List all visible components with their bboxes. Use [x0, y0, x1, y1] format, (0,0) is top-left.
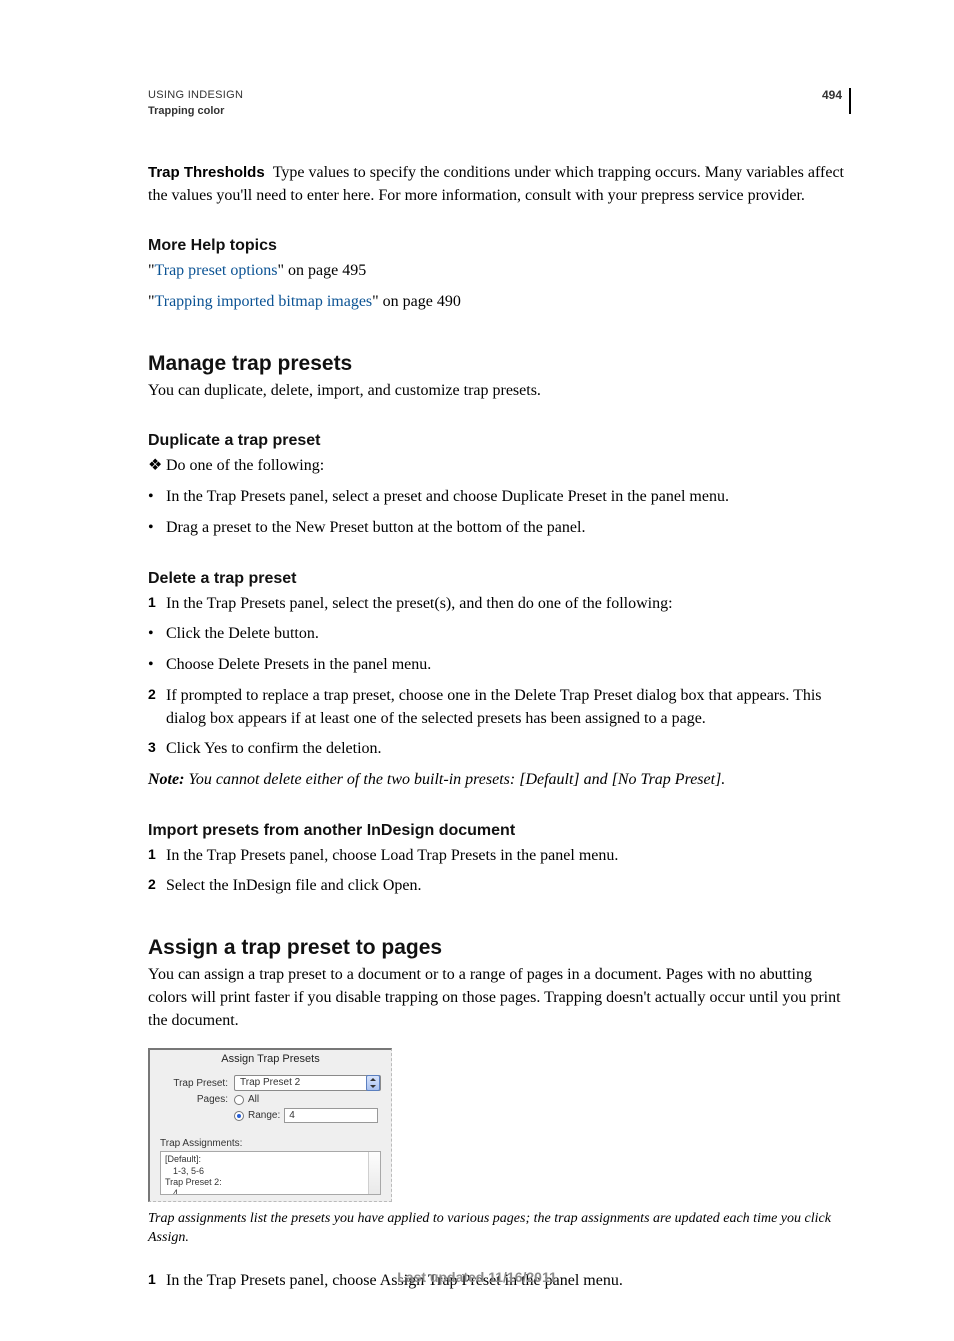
xref-line-2: "Trapping imported bitmap images" on pag… — [148, 291, 851, 314]
bullet-icon: • — [148, 517, 162, 540]
diamond-bullet-icon: ❖ — [148, 455, 162, 478]
assign-heading: Assign a trap preset to pages — [148, 936, 851, 960]
list-item: • Choose Delete Presets in the panel men… — [148, 654, 851, 677]
import-heading: Import presets from another InDesign doc… — [148, 822, 851, 840]
duplicate-heading: Duplicate a trap preset — [148, 432, 851, 450]
list-item: 2 Select the InDesign file and click Ope… — [148, 875, 851, 898]
xref-suffix-1: on page 495 — [284, 262, 366, 279]
list-text: In the Trap Presets panel, select a pres… — [166, 488, 729, 505]
list-item: 1 In the Trap Presets panel, choose Load… — [148, 845, 851, 868]
assign-trap-presets-dialog: Assign Trap Presets Trap Preset: Trap Pr… — [148, 1048, 392, 1202]
list-item-pages: 1-3, 5-6 — [165, 1166, 376, 1177]
page: USING INDESIGN Trapping color 494 Trap T… — [0, 0, 954, 1341]
list-text: Click Yes to confirm the deletion. — [166, 740, 382, 757]
list-text: In the Trap Presets panel, select the pr… — [166, 595, 673, 612]
xref-trap-preset-options[interactable]: Trap preset options — [155, 262, 278, 279]
bullet-icon: • — [148, 623, 162, 646]
bullet-icon: • — [148, 486, 162, 509]
more-help-heading: More Help topics — [148, 237, 851, 255]
header-left: USING INDESIGN Trapping color — [148, 88, 243, 120]
step-number: 3 — [148, 738, 162, 758]
trap-thresholds-para: Trap Thresholds Type values to specify t… — [148, 162, 851, 207]
list-item: [Default]: — [165, 1154, 376, 1165]
list-item: ❖ Do one of the following: — [148, 455, 851, 478]
scrollbar[interactable] — [368, 1152, 380, 1194]
trap-preset-select[interactable]: Trap Preset 2 — [234, 1075, 381, 1091]
range-label: Range: — [248, 1110, 280, 1121]
pages-all-label: All — [248, 1094, 259, 1105]
trap-preset-value: Trap Preset 2 — [240, 1077, 300, 1088]
list-text: Choose Delete Presets in the panel menu. — [166, 656, 431, 673]
list-item: • Click the Delete button. — [148, 623, 851, 646]
xref-trapping-bitmap[interactable]: Trapping imported bitmap images — [155, 293, 373, 310]
dropdown-arrow-icon — [366, 1075, 380, 1091]
manage-heading: Manage trap presets — [148, 352, 851, 376]
list-text: In the Trap Presets panel, choose Load T… — [166, 847, 618, 864]
pages-range-radio[interactable] — [234, 1111, 244, 1121]
delete-note: Note: You cannot delete either of the tw… — [148, 769, 851, 792]
step-number: 1 — [148, 845, 162, 865]
page-header: USING INDESIGN Trapping color 494 — [148, 88, 851, 120]
duplicate-list: ❖ Do one of the following: • In the Trap… — [148, 455, 851, 539]
dialog-title: Assign Trap Presets — [150, 1050, 391, 1068]
bullet-icon: • — [148, 654, 162, 677]
chapter-name: Trapping color — [148, 104, 243, 120]
list-item: 1 In the Trap Presets panel, select the … — [148, 593, 851, 616]
trap-assignments-list[interactable]: [Default]: 1-3, 5-6 Trap Preset 2: 4 — [160, 1151, 381, 1195]
page-number: 494 — [822, 88, 851, 114]
pages-label: Pages: — [160, 1094, 234, 1105]
xref-line-1: "Trap preset options" on page 495 — [148, 260, 851, 283]
list-item: 2 If prompted to replace a trap preset, … — [148, 685, 851, 730]
range-input[interactable]: 4 — [284, 1108, 378, 1123]
list-text: Select the InDesign file and click Open. — [166, 877, 421, 894]
step-number: 2 — [148, 875, 162, 895]
import-list: 1 In the Trap Presets panel, choose Load… — [148, 845, 851, 898]
xref-suffix-2: on page 490 — [379, 293, 461, 310]
list-item: 3 Click Yes to confirm the deletion. — [148, 738, 851, 761]
trap-preset-label: Trap Preset: — [160, 1078, 234, 1089]
list-text: If prompted to replace a trap preset, ch… — [166, 687, 822, 727]
list-item: • In the Trap Presets panel, select a pr… — [148, 486, 851, 509]
figure-caption: Trap assignments list the presets you ha… — [148, 1210, 851, 1248]
step-number: 2 — [148, 685, 162, 705]
trap-assignments-label: Trap Assignments: — [150, 1132, 391, 1151]
list-item-pages: 4 — [165, 1188, 376, 1195]
delete-heading: Delete a trap preset — [148, 570, 851, 588]
note-text: You cannot delete either of the two buil… — [184, 771, 725, 788]
pages-all-radio[interactable] — [234, 1095, 244, 1105]
list-item: • Drag a preset to the New Preset button… — [148, 517, 851, 540]
list-text: Do one of the following: — [166, 457, 324, 474]
row-pages: Pages: All — [160, 1094, 381, 1105]
delete-list: 1 In the Trap Presets panel, select the … — [148, 593, 851, 761]
list-text: Drag a preset to the New Preset button a… — [166, 519, 585, 536]
assign-body: You can assign a trap preset to a docume… — [148, 964, 851, 1032]
page-footer: Last updated 11/16/2011 — [0, 1269, 954, 1285]
product-name: USING INDESIGN — [148, 88, 243, 104]
list-item: Trap Preset 2: — [165, 1177, 376, 1188]
dialog-form: Trap Preset: Trap Preset 2 Pages: All Ra… — [150, 1068, 391, 1132]
list-text: Click the Delete button. — [166, 625, 319, 642]
manage-body: You can duplicate, delete, import, and c… — [148, 380, 851, 403]
row-range: Range: 4 — [160, 1108, 381, 1123]
content: Trap Thresholds Type values to specify t… — [148, 162, 851, 1293]
run-in-heading: Trap Thresholds — [148, 164, 265, 181]
step-number: 1 — [148, 593, 162, 613]
note-label: Note: — [148, 771, 184, 788]
row-trap-preset: Trap Preset: Trap Preset 2 — [160, 1075, 381, 1091]
